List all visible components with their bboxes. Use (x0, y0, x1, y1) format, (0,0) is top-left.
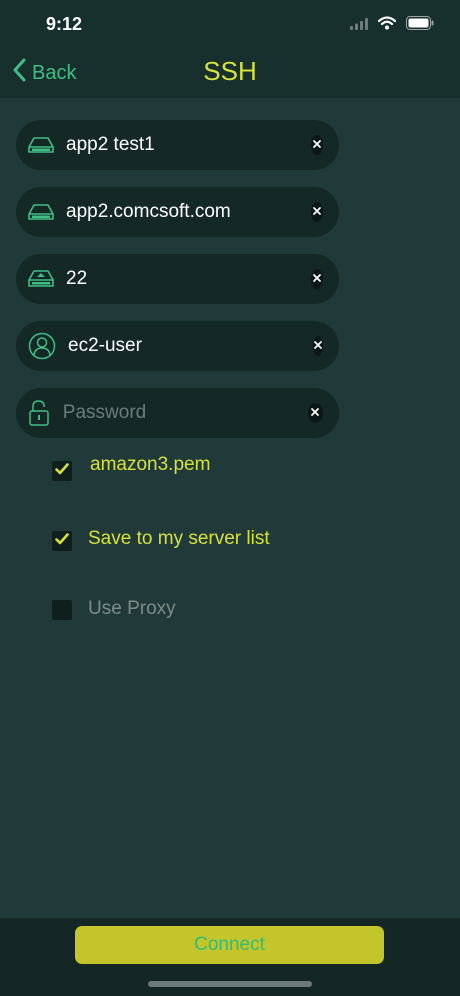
clear-username-button[interactable] (313, 336, 323, 356)
server-drive-icon (28, 130, 54, 160)
use-proxy-checkbox[interactable] (52, 600, 72, 620)
username-input[interactable] (68, 335, 313, 357)
clear-password-button[interactable] (307, 403, 323, 423)
battery-icon (406, 16, 434, 35)
save-server-checkbox[interactable] (52, 531, 72, 551)
page-title: SSH (203, 56, 257, 86)
connection-name-field[interactable] (16, 120, 339, 170)
host-field[interactable] (16, 187, 339, 237)
key-file-label: amazon3.pem (90, 454, 211, 475)
close-icon (312, 203, 322, 221)
connection-name-input[interactable] (66, 134, 311, 156)
close-icon (313, 337, 323, 355)
port-input[interactable] (66, 268, 311, 290)
port-field[interactable] (16, 254, 339, 304)
save-server-label: Save to my server list (88, 528, 270, 549)
clear-name-button[interactable] (311, 135, 323, 155)
connect-button[interactable]: Connect (75, 926, 384, 964)
status-icons (350, 16, 434, 35)
close-icon (310, 404, 320, 422)
save-server-option[interactable]: Save to my server list (52, 528, 270, 552)
wifi-icon (377, 16, 397, 35)
password-input[interactable] (62, 402, 308, 424)
unlock-icon (28, 398, 51, 428)
key-file-checkbox[interactable] (52, 461, 72, 481)
status-time: 9:12 (46, 14, 83, 34)
password-field[interactable] (16, 388, 339, 438)
host-input[interactable] (66, 201, 311, 223)
signal-icon (350, 17, 368, 35)
checkmark-icon (55, 462, 69, 480)
server-drive-icon (28, 197, 54, 227)
home-indicator (148, 981, 312, 987)
user-icon (28, 331, 56, 361)
use-proxy-option[interactable]: Use Proxy (52, 598, 176, 621)
checkmark-icon (55, 532, 69, 550)
port-drive-icon (28, 264, 54, 294)
clear-host-button[interactable] (311, 202, 323, 222)
clear-port-button[interactable] (311, 269, 323, 289)
key-file-option[interactable]: amazon3.pem (52, 454, 210, 482)
username-field[interactable] (16, 321, 339, 371)
use-proxy-label: Use Proxy (88, 598, 176, 619)
close-icon (312, 136, 322, 154)
close-icon (312, 270, 322, 288)
